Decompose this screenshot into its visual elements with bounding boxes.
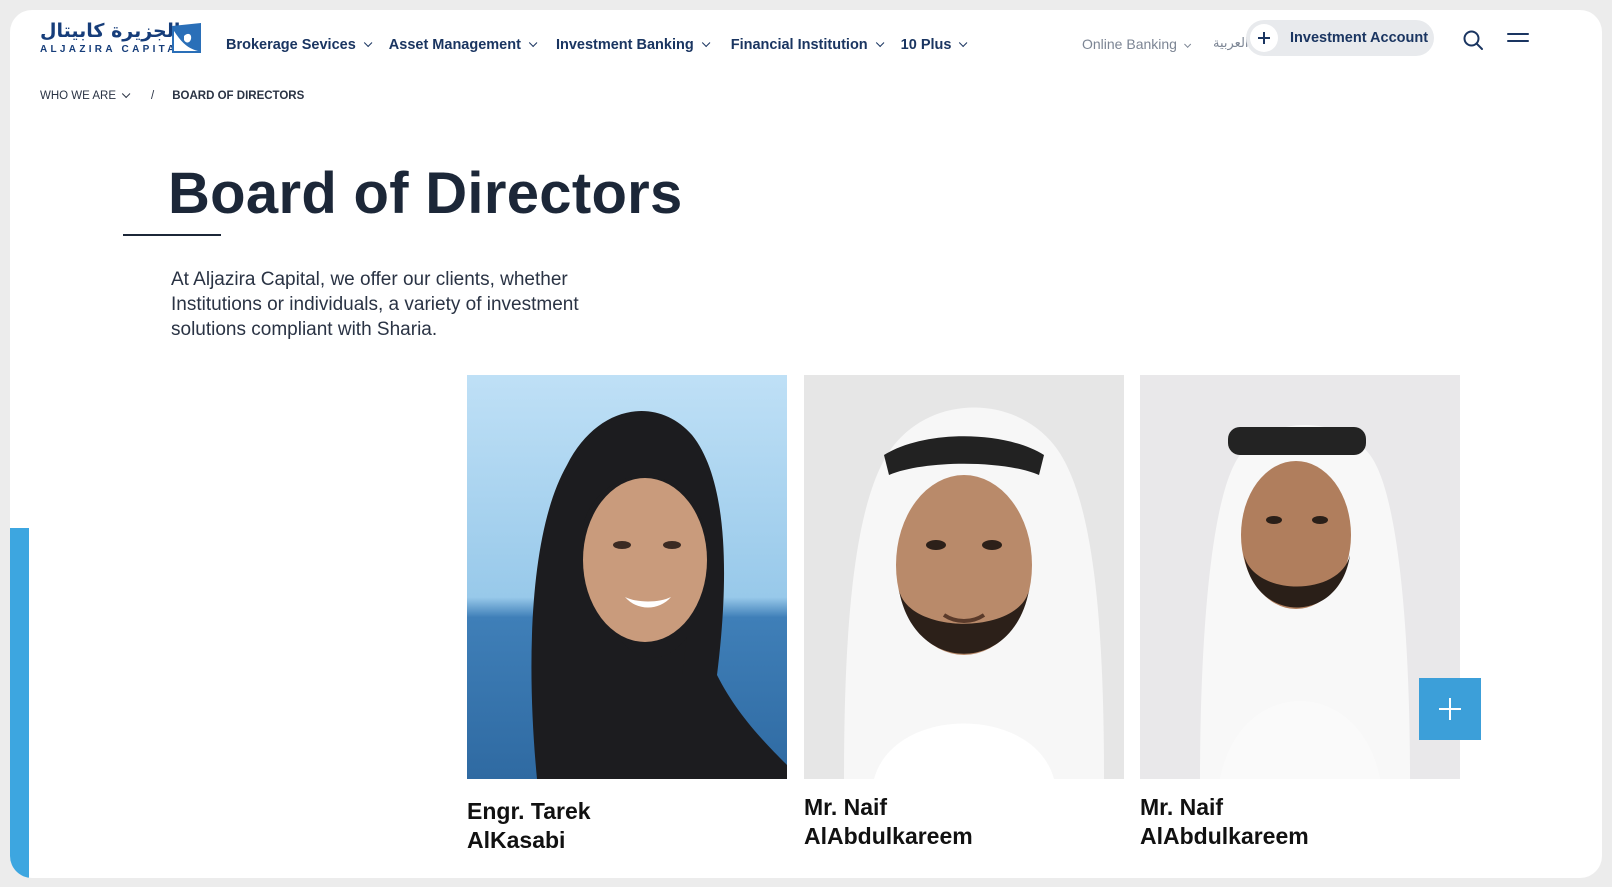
- title-underline: [123, 234, 221, 236]
- chevron-down-icon: [363, 38, 373, 48]
- director-card[interactable]: Mr. Naif AlAbdulkareem: [804, 375, 1124, 851]
- nav-asset-management[interactable]: Asset Management: [388, 37, 538, 53]
- left-accent-bar: [10, 528, 29, 878]
- breadcrumb: WHO WE ARE / BOARD OF DIRECTORS: [40, 89, 305, 102]
- director-name-line-2: AlAbdulkareem: [1140, 823, 1309, 849]
- page-frame: الجزيرة كابيتال ALJAZIRA CAPITAL Brokera…: [10, 10, 1602, 878]
- plus-icon: [1250, 24, 1278, 52]
- director-card[interactable]: Mr. Naif AlAbdulkareem: [1140, 375, 1460, 851]
- nav-brokerage-services[interactable]: Brokerage Sevices: [226, 37, 373, 53]
- chevron-down-icon: [1184, 40, 1192, 48]
- online-banking-label: Online Banking: [1082, 36, 1177, 52]
- director-portrait-image: [804, 375, 1124, 779]
- chevron-down-icon: [959, 38, 968, 48]
- search-icon[interactable]: [1462, 29, 1484, 51]
- director-name-line-1: Mr. Naif: [804, 794, 888, 820]
- main-navigation: Brokerage Sevices Asset Management Inves…: [226, 37, 968, 53]
- director-photo: [804, 375, 1124, 779]
- director-name-line-2: AlKasabi: [467, 827, 566, 853]
- director-name: Engr. Tarek AlKasabi: [467, 797, 787, 855]
- chevron-down-icon: [701, 38, 711, 48]
- breadcrumb-who-we-are[interactable]: WHO WE ARE: [40, 89, 131, 102]
- nav-label: 10 Plus: [900, 37, 952, 53]
- language-switch-link[interactable]: العربية: [1213, 36, 1249, 51]
- expand-plus-button[interactable]: [1419, 678, 1481, 740]
- hamburger-menu-icon[interactable]: [1507, 31, 1533, 47]
- menu-line: [1507, 40, 1529, 42]
- nav-label: Brokerage Sevices: [226, 37, 356, 53]
- logo-mark-icon: [172, 23, 201, 53]
- director-name: Mr. Naif AlAbdulkareem: [1140, 793, 1460, 851]
- nav-label: Financial Institution: [730, 37, 868, 53]
- investment-account-button[interactable]: Investment Account: [1246, 20, 1434, 56]
- breadcrumb-parent-label: WHO WE ARE: [40, 90, 117, 102]
- nav-10-plus[interactable]: 10 Plus: [900, 37, 968, 53]
- director-name-line-2: AlAbdulkareem: [804, 823, 973, 849]
- breadcrumb-current: BOARD OF DIRECTORS: [172, 90, 305, 102]
- director-photo: [1140, 375, 1460, 779]
- nav-investment-banking[interactable]: Investment Banking: [555, 37, 711, 53]
- director-name: Mr. Naif AlAbdulkareem: [804, 793, 1124, 851]
- chevron-down-icon: [528, 38, 538, 48]
- chevron-down-icon: [875, 38, 885, 48]
- menu-line: [1507, 33, 1529, 35]
- director-portrait-image: [1140, 375, 1460, 779]
- director-photo: [467, 375, 787, 779]
- logo-arabic-text: الجزيرة كابيتال: [40, 20, 181, 42]
- logo-english-text: ALJAZIRA CAPITAL: [40, 44, 188, 55]
- aljazira-capital-logo[interactable]: الجزيرة كابيتال ALJAZIRA CAPITAL: [40, 20, 206, 58]
- nav-financial-institution[interactable]: Financial Institution: [730, 37, 885, 53]
- breadcrumb-separator: /: [151, 90, 155, 102]
- director-card[interactable]: Engr. Tarek AlKasabi: [467, 375, 787, 855]
- director-portrait-image: [467, 375, 787, 779]
- page-title: Board of Directors: [168, 161, 683, 226]
- nav-label: Asset Management: [388, 37, 521, 53]
- investment-account-label: Investment Account: [1290, 30, 1429, 46]
- director-name-line-1: Engr. Tarek: [467, 798, 591, 824]
- director-name-line-1: Mr. Naif: [1140, 794, 1224, 820]
- nav-label: Investment Banking: [555, 37, 694, 53]
- intro-text: At Aljazira Capital, we offer our client…: [171, 269, 579, 340]
- chevron-down-icon: [121, 89, 131, 99]
- online-banking-dropdown[interactable]: Online Banking: [1082, 36, 1192, 52]
